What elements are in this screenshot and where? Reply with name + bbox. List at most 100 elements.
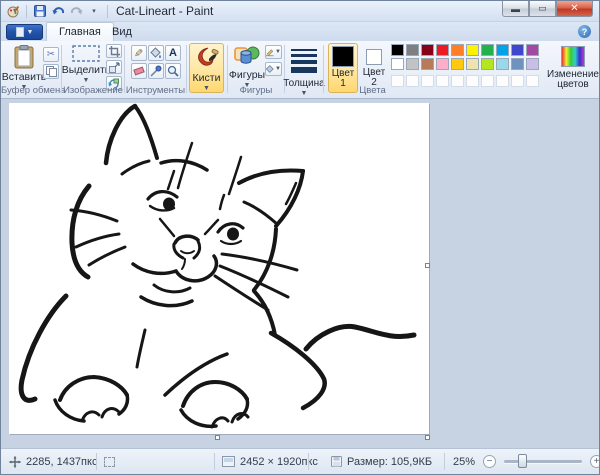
group-label-image: Изображение [62,85,124,96]
drawing-canvas[interactable] [9,103,429,434]
canvas-resize-handle-right[interactable] [425,263,430,268]
eraser-tool-button[interactable] [131,63,147,79]
palette-empty-slot[interactable] [511,75,524,87]
color1-swatch [332,46,354,67]
chevron-down-icon: ▼ [27,29,34,36]
palette-swatch[interactable] [406,44,419,56]
crop-icon [109,46,120,57]
canvas-resize-handle-corner[interactable] [425,435,430,440]
eyedropper-tool-button[interactable] [148,63,164,79]
clipboard-icon [14,45,34,69]
palette-swatch[interactable] [436,58,449,70]
resize-button[interactable] [106,60,122,74]
palette-swatch[interactable] [466,58,479,70]
group-label-colors: Цвета [234,85,511,96]
brushes-button[interactable]: Кисти ▼ [189,43,224,93]
paint-menu-button[interactable]: ▼ [6,24,43,40]
ribbon: Вставить ▼ ✂ Буфер обмена Выделить ▼ [1,41,599,99]
palette-swatch[interactable] [406,58,419,70]
close-button[interactable]: ✕ [556,1,593,17]
pencil-tool-button[interactable]: ✎ [131,45,147,61]
group-tools: ✎ A Инструменты [125,41,186,98]
maximize-button[interactable]: ▭ [529,1,556,17]
pencil-icon: ✎ [134,47,143,60]
paint-bucket-icon [150,47,162,59]
line-thickness-icon [291,46,317,73]
undo-button[interactable] [51,4,65,18]
window-controls: ▬ ▭ ✕ [502,1,593,17]
palette-swatch[interactable] [481,44,494,56]
chevron-down-icon: ▼ [275,66,281,72]
zoom-in-button[interactable]: + [590,455,600,468]
tab-view[interactable]: Вид [100,22,144,41]
qat-separator [26,5,27,18]
canvas-resize-handle-bottom[interactable] [215,435,220,440]
palette-swatch[interactable] [496,44,509,56]
group-colors: Цвет 1 Цвет 2 Изменение цветов Цвета [324,41,600,98]
qat-customize-dropdown[interactable]: ▾ [87,4,101,18]
qat-separator2 [107,5,108,18]
shape-fill-button[interactable]: ▼ [265,62,282,76]
palette-swatch[interactable] [421,58,434,70]
cut-button[interactable]: ✂ [43,47,59,62]
palette-swatch[interactable] [391,58,404,70]
resize-icon [109,62,120,73]
zoom-slider-thumb[interactable] [518,454,527,468]
shape-outline-button[interactable]: ▼ [265,45,282,59]
document-icon [16,27,24,37]
cursor-position-indicator: 2285, 1437пкс [9,449,97,474]
save-button[interactable] [33,4,47,18]
zoom-controls: 25% − + [453,449,600,474]
brush-icon [195,46,219,70]
eyedropper-icon [150,65,162,77]
palette-swatch[interactable] [511,44,524,56]
outline-pen-icon [266,47,275,57]
zoom-slider[interactable] [504,460,582,463]
crop-button[interactable] [106,44,122,58]
image-size-text: 2452 × 1920пкс [240,456,318,468]
palette-swatch[interactable] [496,58,509,70]
color-palette [391,44,541,90]
zoom-out-button[interactable]: − [483,455,496,468]
redo-button[interactable] [69,4,83,18]
fill-color-icon [266,64,275,74]
work-area [1,100,599,450]
minimize-button[interactable]: ▬ [502,1,529,17]
palette-swatch[interactable] [421,44,434,56]
palette-swatch[interactable] [436,44,449,56]
palette-swatch[interactable] [511,58,524,70]
magnifier-tool-button[interactable] [165,63,181,79]
palette-swatch[interactable] [526,44,539,56]
group-image: Выделить ▼ Изображение [62,41,124,98]
text-icon: A [169,47,177,59]
eraser-icon [133,66,144,75]
file-size-indicator: Размер: 105,9КБ [331,449,432,474]
palette-empty-slot[interactable] [526,75,539,87]
status-bar: 2285, 1437пкс 2452 × 1920пкс Размер: 105… [1,448,599,474]
palette-swatch[interactable] [466,44,479,56]
text-tool-button[interactable]: A [165,45,181,61]
image-size-icon [222,456,235,467]
palette-swatch[interactable] [391,44,404,56]
scissors-icon: ✂ [47,49,55,60]
palette-swatch[interactable] [481,58,494,70]
quick-access-toolbar: ▾ [6,4,110,18]
shapes-button[interactable]: Фигуры ▼ [230,44,264,90]
copy-button[interactable] [43,64,59,79]
palette-swatch[interactable] [451,44,464,56]
group-clipboard: Вставить ▼ ✂ Буфер обмена [1,41,61,98]
group-label-clipboard: Буфер обмена [1,85,61,96]
select-button[interactable]: Выделить ▼ [66,44,106,85]
help-icon[interactable]: ? [578,25,591,38]
shapes-icon [234,45,260,67]
selection-icon [104,457,115,467]
cursor-position-text: 2285, 1437пкс [26,456,97,468]
edit-colors-button[interactable]: Изменение цветов [546,43,600,91]
palette-swatch[interactable] [526,58,539,70]
color2-swatch [366,49,382,65]
magnifier-icon [167,65,179,77]
zoom-level-text: 25% [453,456,475,468]
fill-tool-button[interactable] [148,45,164,61]
chevron-down-icon: ▼ [83,77,90,84]
palette-swatch[interactable] [451,58,464,70]
